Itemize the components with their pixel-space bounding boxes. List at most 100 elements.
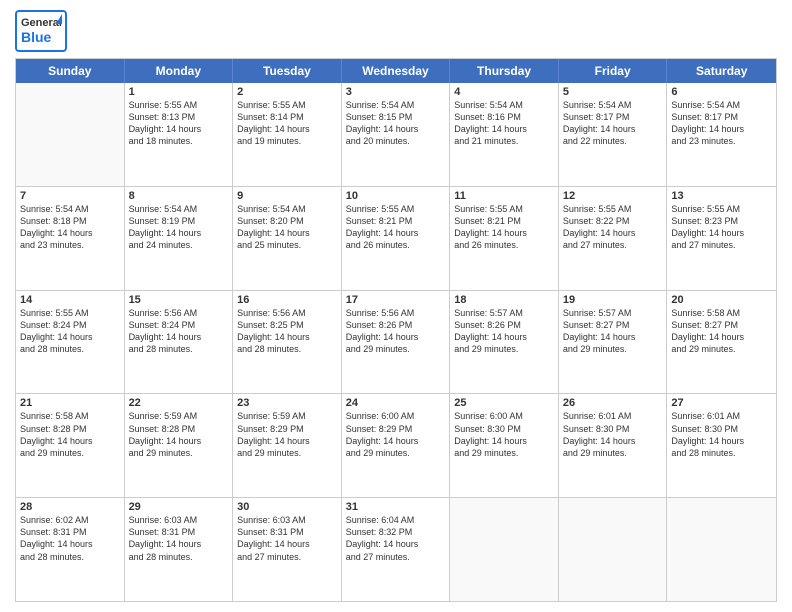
cell-line: Sunset: 8:16 PM: [454, 111, 554, 123]
cell-line: Sunset: 8:23 PM: [671, 215, 772, 227]
cell-line: Sunset: 8:28 PM: [20, 423, 120, 435]
cal-cell: 27Sunrise: 6:01 AMSunset: 8:30 PMDayligh…: [667, 394, 776, 497]
cell-line: Sunset: 8:26 PM: [346, 319, 446, 331]
cell-line: Sunset: 8:31 PM: [129, 526, 229, 538]
cal-cell: 11Sunrise: 5:55 AMSunset: 8:21 PMDayligh…: [450, 187, 559, 290]
cell-line: Sunrise: 6:02 AM: [20, 514, 120, 526]
cell-line: Sunrise: 5:54 AM: [20, 203, 120, 215]
cell-line: Sunrise: 5:54 AM: [454, 99, 554, 111]
cell-line: and 29 minutes.: [671, 343, 772, 355]
cell-line: Sunset: 8:30 PM: [454, 423, 554, 435]
cell-line: Sunset: 8:21 PM: [454, 215, 554, 227]
cal-cell: 5Sunrise: 5:54 AMSunset: 8:17 PMDaylight…: [559, 83, 668, 186]
cell-line: Daylight: 14 hours: [20, 538, 120, 550]
cell-line: Daylight: 14 hours: [346, 331, 446, 343]
cal-cell: 30Sunrise: 6:03 AMSunset: 8:31 PMDayligh…: [233, 498, 342, 601]
day-number: 31: [346, 501, 446, 513]
day-header-wednesday: Wednesday: [342, 59, 451, 83]
cal-cell: 23Sunrise: 5:59 AMSunset: 8:29 PMDayligh…: [233, 394, 342, 497]
day-number: 24: [346, 397, 446, 409]
day-number: 21: [20, 397, 120, 409]
cell-line: Daylight: 14 hours: [563, 331, 663, 343]
cal-cell: [667, 498, 776, 601]
cell-line: Sunset: 8:27 PM: [671, 319, 772, 331]
cell-line: Sunrise: 5:57 AM: [563, 307, 663, 319]
cell-line: Daylight: 14 hours: [563, 227, 663, 239]
cal-cell: 16Sunrise: 5:56 AMSunset: 8:25 PMDayligh…: [233, 291, 342, 394]
cell-line: and 28 minutes.: [20, 343, 120, 355]
cell-line: Sunrise: 5:55 AM: [346, 203, 446, 215]
cell-line: Daylight: 14 hours: [237, 538, 337, 550]
cell-line: Daylight: 14 hours: [346, 123, 446, 135]
cal-cell: 4Sunrise: 5:54 AMSunset: 8:16 PMDaylight…: [450, 83, 559, 186]
cal-cell: 17Sunrise: 5:56 AMSunset: 8:26 PMDayligh…: [342, 291, 451, 394]
day-number: 4: [454, 86, 554, 98]
cell-line: Sunrise: 5:55 AM: [129, 99, 229, 111]
day-header-saturday: Saturday: [667, 59, 776, 83]
cell-line: Sunrise: 5:56 AM: [346, 307, 446, 319]
cell-line: Sunset: 8:21 PM: [346, 215, 446, 227]
cell-line: Daylight: 14 hours: [237, 227, 337, 239]
cell-line: Sunset: 8:14 PM: [237, 111, 337, 123]
week-row-5: 28Sunrise: 6:02 AMSunset: 8:31 PMDayligh…: [16, 498, 776, 601]
cell-line: and 22 minutes.: [563, 135, 663, 147]
cell-line: Sunset: 8:20 PM: [237, 215, 337, 227]
cell-line: Sunrise: 5:55 AM: [563, 203, 663, 215]
cell-line: Sunset: 8:15 PM: [346, 111, 446, 123]
day-number: 8: [129, 190, 229, 202]
cell-line: and 29 minutes.: [563, 343, 663, 355]
cal-cell: 6Sunrise: 5:54 AMSunset: 8:17 PMDaylight…: [667, 83, 776, 186]
logo-box: General Blue: [15, 10, 67, 52]
day-number: 17: [346, 294, 446, 306]
day-number: 9: [237, 190, 337, 202]
cell-line: Daylight: 14 hours: [20, 435, 120, 447]
day-number: 20: [671, 294, 772, 306]
cell-line: Daylight: 14 hours: [563, 435, 663, 447]
day-number: 6: [671, 86, 772, 98]
cell-line: Daylight: 14 hours: [671, 331, 772, 343]
cell-line: and 23 minutes.: [20, 239, 120, 251]
cell-line: Daylight: 14 hours: [671, 123, 772, 135]
day-number: 25: [454, 397, 554, 409]
cell-line: Sunrise: 5:54 AM: [129, 203, 229, 215]
week-row-1: 1Sunrise: 5:55 AMSunset: 8:13 PMDaylight…: [16, 83, 776, 187]
cell-line: Daylight: 14 hours: [129, 331, 229, 343]
calendar-header: SundayMondayTuesdayWednesdayThursdayFrid…: [16, 59, 776, 83]
cal-cell: 15Sunrise: 5:56 AMSunset: 8:24 PMDayligh…: [125, 291, 234, 394]
cell-line: and 29 minutes.: [563, 447, 663, 459]
day-number: 3: [346, 86, 446, 98]
cell-line: and 28 minutes.: [129, 551, 229, 563]
cell-line: Sunset: 8:31 PM: [20, 526, 120, 538]
cell-line: Sunrise: 6:03 AM: [129, 514, 229, 526]
day-header-friday: Friday: [559, 59, 668, 83]
day-header-tuesday: Tuesday: [233, 59, 342, 83]
cell-line: Daylight: 14 hours: [129, 123, 229, 135]
calendar-body: 1Sunrise: 5:55 AMSunset: 8:13 PMDaylight…: [16, 83, 776, 601]
day-header-monday: Monday: [125, 59, 234, 83]
cell-line: Sunset: 8:29 PM: [346, 423, 446, 435]
cell-line: Sunrise: 6:01 AM: [563, 410, 663, 422]
day-number: 10: [346, 190, 446, 202]
cell-line: Sunrise: 5:55 AM: [671, 203, 772, 215]
cell-line: Daylight: 14 hours: [346, 435, 446, 447]
cell-line: and 28 minutes.: [129, 343, 229, 355]
day-number: 16: [237, 294, 337, 306]
cell-line: and 28 minutes.: [20, 551, 120, 563]
cell-line: Sunset: 8:17 PM: [563, 111, 663, 123]
cell-line: Sunset: 8:17 PM: [671, 111, 772, 123]
cell-line: Sunrise: 5:56 AM: [129, 307, 229, 319]
cal-cell: 10Sunrise: 5:55 AMSunset: 8:21 PMDayligh…: [342, 187, 451, 290]
day-number: 30: [237, 501, 337, 513]
cell-line: Sunset: 8:31 PM: [237, 526, 337, 538]
cell-line: Sunset: 8:26 PM: [454, 319, 554, 331]
logo-blue-text: Blue: [21, 29, 61, 45]
day-number: 15: [129, 294, 229, 306]
cell-line: and 26 minutes.: [454, 239, 554, 251]
cell-line: Daylight: 14 hours: [237, 331, 337, 343]
cell-line: Sunrise: 5:55 AM: [454, 203, 554, 215]
cal-cell: [450, 498, 559, 601]
cell-line: and 21 minutes.: [454, 135, 554, 147]
day-header-sunday: Sunday: [16, 59, 125, 83]
cell-line: Sunrise: 6:00 AM: [454, 410, 554, 422]
cell-line: and 29 minutes.: [454, 343, 554, 355]
